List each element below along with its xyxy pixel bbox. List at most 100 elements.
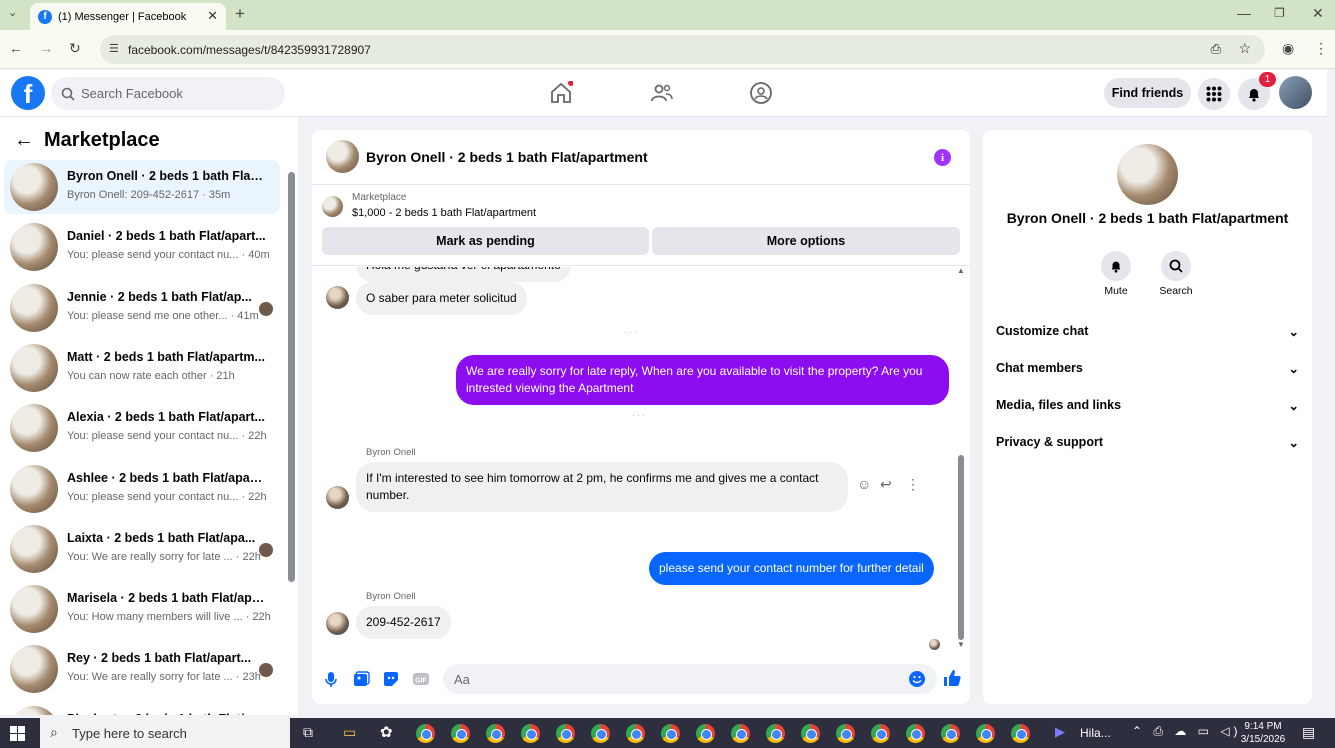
thumbs-up-icon[interactable] [942,668,962,688]
mark-as-pending-button[interactable]: Mark as pending [322,227,649,255]
sender-avatar[interactable] [326,486,349,509]
conversation-item[interactable]: Laixta · 2 beds 1 bath Flat/apa... You: W… [4,522,280,576]
listing-avatar[interactable] [1117,144,1178,205]
message-incoming[interactable]: Hola me gustaría ver el apartamento [356,267,571,282]
windows-start-icon[interactable] [10,726,25,741]
home-icon[interactable] [549,81,573,105]
forward-icon[interactable]: → [39,40,53,56]
chrome-icon[interactable] [696,724,715,743]
groups-icon[interactable] [749,81,773,105]
media-files-section[interactable]: Media, files and links ⌄ [996,390,1299,420]
browser-menu-icon[interactable]: ⋮ [1314,40,1328,57]
more-options-button[interactable]: More options [652,227,960,255]
conversation-item[interactable]: Ashlee · 2 beds 1 bath Flat/apart... You:… [4,462,280,516]
chrome-icon[interactable] [731,724,750,743]
conversation-item[interactable]: Marisela · 2 beds 1 bath Flat/apa... You:… [4,582,280,636]
microphone-icon[interactable] [322,670,340,688]
chrome-icon[interactable] [451,724,470,743]
scroll-down-arrow-icon[interactable]: ▼ [957,640,965,649]
maximize-icon[interactable]: ❐ [1274,6,1285,20]
address-bar[interactable]: ☰ facebook.com/messages/t/84235993172890… [100,35,1265,64]
info-icon[interactable]: i [934,149,951,166]
chrome-icon[interactable] [521,724,540,743]
more-actions-icon[interactable]: ⋮ [906,476,920,493]
message-input[interactable]: Aa [443,664,937,694]
mute-button[interactable] [1101,251,1131,281]
chrome-icon[interactable] [626,724,645,743]
chrome-icon[interactable] [1011,724,1030,743]
reply-icon[interactable]: ↩ [880,476,892,493]
notification-center-icon[interactable]: ▤ [1302,724,1315,741]
facebook-logo-icon[interactable]: f [11,76,45,110]
sticker-icon[interactable] [382,670,400,688]
react-icon[interactable]: ☺ [857,476,871,492]
new-tab-icon[interactable]: + [235,4,245,24]
conversation-item[interactable]: Daniel · 2 beds 1 bath Flat/apart... You:… [4,220,280,274]
bookmark-star-icon[interactable]: ☆ [1238,40,1251,57]
message-incoming[interactable]: If I'm interested to see him tomorrow at… [356,462,848,512]
conversation-item[interactable]: Matt · 2 beds 1 bath Flat/apartm... You c… [4,341,280,395]
task-view-icon[interactable]: ⧉ [303,724,313,741]
find-friends-button[interactable]: Find friends [1104,78,1191,108]
message-incoming[interactable]: O saber para meter solicitud [356,282,527,315]
site-info-icon[interactable]: ☰ [109,42,119,55]
chrome-icon[interactable] [591,724,610,743]
video-app-icon[interactable]: ▶ [1055,724,1065,740]
chat-title[interactable]: Byron Onell · 2 beds 1 bath Flat/apartme… [366,149,648,165]
account-avatar[interactable] [1279,76,1312,109]
chrome-icon[interactable] [906,724,925,743]
minimize-icon[interactable]: — [1237,5,1251,21]
system-tray-icons[interactable]: ⌃ ⎙ ☁ ▭ ◁) [1132,724,1242,739]
install-app-icon[interactable]: ⎙ [1211,41,1221,57]
sidebar-scrollbar[interactable] [288,172,295,582]
chat-members-section[interactable]: Chat members ⌄ [996,353,1299,383]
conversation-item[interactable]: Byron Onell · 2 beds 1 bath Flat/... Byro… [4,160,280,214]
back-icon[interactable]: ← [9,40,23,56]
close-window-icon[interactable]: ✕ [1312,5,1324,22]
privacy-support-section[interactable]: Privacy & support ⌄ [996,427,1299,457]
chrome-icon[interactable] [556,724,575,743]
chrome-icon[interactable] [416,724,435,743]
taskbar-app-label[interactable]: Hila... [1080,726,1111,740]
message-outgoing[interactable]: please send your contact number for furt… [649,552,934,585]
menu-button[interactable] [1198,78,1230,110]
conversation-item[interactable]: Jennie · 2 beds 1 bath Flat/ap... You: pl… [4,281,280,335]
listing-thumbnail[interactable] [322,196,343,217]
photo-icon[interactable] [352,670,370,688]
search-input[interactable]: Search Facebook [51,77,285,110]
chrome-icon[interactable] [976,724,995,743]
chrome-icon[interactable] [486,724,505,743]
close-tab-icon[interactable]: ✕ [207,8,218,24]
chrome-icon[interactable] [801,724,820,743]
emoji-icon[interactable] [908,670,926,688]
tab-menu-icon[interactable]: ⌄ [8,6,17,19]
conversation-item[interactable]: Alexia · 2 beds 1 bath Flat/apart... You:… [4,401,280,455]
message-incoming[interactable]: 209-452-2617 [356,606,451,639]
profile-icon[interactable]: ◉ [1282,40,1294,57]
listing-price[interactable]: $1,000 - 2 beds 1 bath Flat/apartment [352,207,536,219]
back-arrow-icon[interactable]: ← [14,129,34,152]
scroll-up-arrow-icon[interactable]: ▲ [957,266,965,275]
chrome-icon[interactable] [941,724,960,743]
conversation-item[interactable]: Rey · 2 beds 1 bath Flat/apart... You: We… [4,642,280,696]
chat-avatar[interactable] [326,140,359,173]
taskbar-search[interactable]: ⌕ Type here to search [40,718,290,748]
clock[interactable]: 9:14 PM 3/15/2026 [1238,720,1288,746]
chrome-icon[interactable] [836,724,855,743]
page-scrollbar[interactable] [1327,70,1335,715]
app-icon[interactable]: ✿ [380,723,393,741]
chrome-icon[interactable] [871,724,890,743]
chat-scrollbar[interactable] [958,455,964,640]
sender-avatar[interactable] [326,612,349,635]
gif-icon[interactable]: GIF [412,670,430,688]
chrome-icon[interactable] [766,724,785,743]
file-explorer-icon[interactable]: ▭ [343,724,356,741]
reload-icon[interactable]: ↻ [69,40,81,57]
search-in-chat-button[interactable] [1161,251,1191,281]
conversation-item[interactable]: Pinabarta · 2 beds 1 bath Flat/a... [4,703,280,715]
friends-icon[interactable] [650,81,674,105]
message-outgoing[interactable]: We are really sorry for late reply, When… [456,355,949,405]
browser-tab[interactable]: f (1) Messenger | Facebook ✕ [30,3,226,30]
customize-chat-section[interactable]: Customize chat ⌄ [996,316,1299,346]
chrome-icon[interactable] [661,724,680,743]
